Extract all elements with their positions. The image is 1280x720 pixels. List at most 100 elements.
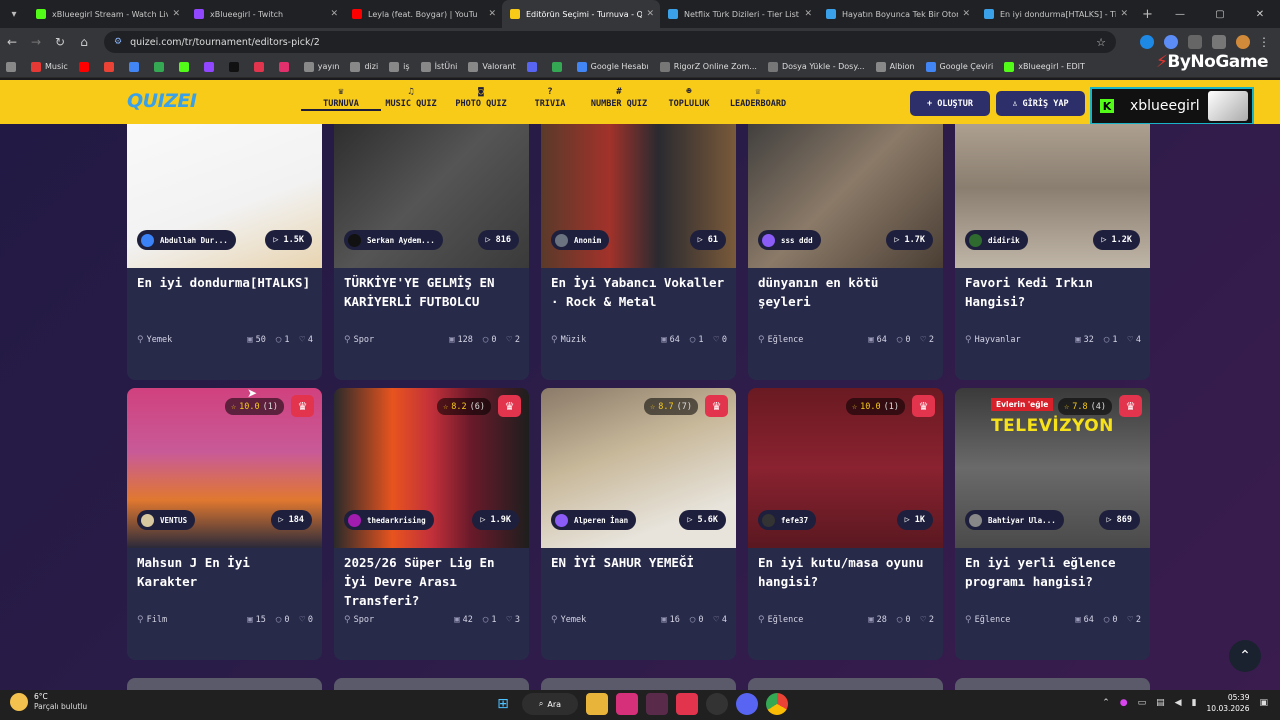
author-chip[interactable]: Anonim [551,230,610,250]
app-icon[interactable] [676,693,698,715]
nav-photo-quiz[interactable]: ◙ PHOTO QUIZ [441,85,521,109]
taskbar-search[interactable]: ⌕ Ara [522,693,578,715]
tab-close-icon[interactable]: ✕ [330,9,338,19]
browser-tab[interactable]: Editörün Seçimi - Turnuva - Qu ✕ [502,0,660,28]
instagram-icon[interactable] [616,693,638,715]
tournament-card[interactable]: ☆ 8.7 (7) ♛ Alperen İnan ▷ 5.6K EN İYİ SAHUR YE… [541,388,736,660]
create-button[interactable]: + OLUŞTUR [910,91,990,116]
clock[interactable]: 05:39 10.03.2026 [1207,692,1250,714]
card-title[interactable]: Favori Kedi Irkın Hangisi? [965,273,1140,311]
apps-icon[interactable] [6,61,20,72]
site-logo[interactable]: QUIZEI [127,90,197,112]
author-chip[interactable]: Abdullah Dur... [137,230,236,250]
tournament-card[interactable] [334,678,529,690]
discord-icon[interactable] [736,693,758,715]
bookmark-item[interactable]: Google Hesabı [576,61,649,72]
author-chip[interactable]: thedarkrising [344,510,434,530]
card-title[interactable]: EN İYİ SAHUR YEMEĞİ [551,553,726,572]
file-explorer-icon[interactable] [586,693,608,715]
card-title[interactable]: dünyanın en kötü şeyleri [758,273,933,311]
notification-icon[interactable]: ▣ [1259,698,1268,708]
card-title[interactable]: TÜRKİYE'YE GELMİŞ EN KARİYERLİ FUTBOLCU [344,273,519,311]
nav-music-quiz[interactable]: ♫ MUSIC QUIZ [371,85,451,109]
crown-icon[interactable]: ♛ [498,395,521,417]
tournament-card[interactable] [955,678,1150,690]
bookmark-item[interactable] [103,61,118,72]
nav-topluluk[interactable]: ☻ TOPLULUK [649,85,729,109]
keyboard-icon[interactable]: ▭ [1138,698,1147,708]
network-icon[interactable]: ▤ [1156,698,1165,708]
extension-icon[interactable] [1140,35,1154,49]
tournament-card[interactable]: didirik ▷ 1.2K Favori Kedi Irkın Hangisi? ⚲ H… [955,124,1150,380]
obs-icon[interactable] [706,693,728,715]
close-window-icon[interactable]: ✕ [1240,9,1280,20]
bookmark-star-icon[interactable]: ☆ [1096,36,1106,49]
nav-leaderboard[interactable]: ♕ LEADERBOARD [718,85,798,109]
bookmark-item[interactable]: RigorZ Online Zom... [659,61,757,72]
bookmark-item[interactable] [526,61,541,72]
tab-close-icon[interactable]: ✕ [172,9,180,19]
browser-tab[interactable]: Leyla (feat. Boygar) | YouTu ✕ [344,0,502,28]
profile-avatar[interactable] [1236,35,1250,49]
forward-icon[interactable]: → [24,35,48,49]
bookmark-item[interactable]: Dosya Yükle - Dosy... [767,61,865,72]
crown-icon[interactable]: ♛ [1119,395,1142,417]
card-title[interactable]: En iyi kutu/masa oyunu hangisi? [758,553,933,591]
bookmark-item[interactable] [78,61,93,72]
extension-icon[interactable] [1164,35,1178,49]
crown-icon[interactable]: ♛ [705,395,728,417]
author-chip[interactable]: didirik [965,230,1028,250]
bookmark-item[interactable] [551,61,566,72]
windows-start-icon[interactable]: ⊞ [492,693,514,715]
minimize-icon[interactable]: — [1160,9,1200,20]
bookmark-item[interactable]: Music [31,61,68,72]
crown-icon[interactable]: ♛ [912,395,935,417]
tab-close-icon[interactable]: ✕ [962,9,970,19]
bookmark-item[interactable] [153,61,168,72]
new-tab-button[interactable]: + [1142,7,1153,22]
bookmark-item[interactable]: yayın [303,61,339,72]
tournament-card[interactable] [541,678,736,690]
bookmark-item[interactable]: İstÜni [420,61,457,72]
nav-number-quiz[interactable]: # NUMBER QUIZ [579,85,659,109]
tray-chevron-icon[interactable]: ⌃ [1102,698,1110,708]
browser-tab[interactable]: xBlueegirl Stream - Watch Live ✕ [28,0,186,28]
chrome-icon[interactable] [766,693,788,715]
tournament-card[interactable] [127,678,322,690]
url-bar[interactable]: ⚙ quizei.com/tr/tournament/editors-pick/… [104,31,1116,53]
crown-icon[interactable]: ♛ [291,395,314,417]
maximize-icon[interactable]: ▢ [1200,9,1240,20]
reload-icon[interactable]: ↻ [48,35,72,49]
bookmark-item[interactable]: dizi [350,61,378,72]
author-chip[interactable]: fefe37 [758,510,817,530]
tournament-card[interactable]: ☆ 8.2 (6) ♛ thedarkrising ▷ 1.9K 2025/26 Süper … [334,388,529,660]
author-chip[interactable]: VENTUS [137,510,196,530]
author-chip[interactable]: Alperen İnan [551,510,637,530]
browser-tab[interactable]: Netflix Türk Dizileri - Tier List | ✕ [660,0,818,28]
tab-close-icon[interactable]: ✕ [1120,9,1128,19]
mic-icon[interactable]: ● [1120,698,1128,708]
card-title[interactable]: Mahsun J En İyi Karakter [137,553,312,591]
tournament-card[interactable]: Anonim ▷ 61 En İyi Yabancı Vokaller · Rock … [541,124,736,380]
site-info-icon[interactable]: ⚙ [114,37,122,47]
browser-tab[interactable]: En iyi dondurma[HTALKS] - Tie ✕ [976,0,1134,28]
nav-turnuva[interactable]: ♛ TURNUVA [301,85,381,111]
weather-widget[interactable]: 6°C Parçalı bulutlu [10,692,87,712]
bookmark-item[interactable]: iş [389,61,410,72]
bookmark-item[interactable]: xBlueegirl - EDIT [1004,61,1085,72]
login-button[interactable]: ♙ GİRİŞ YAP [996,91,1085,116]
tournament-card[interactable]: ☆ 10.0 (1) ♛ fefe37 ▷ 1K En iyi kutu/masa oyunu… [748,388,943,660]
bookmark-item[interactable] [253,61,268,72]
bookmark-item[interactable]: Albion [875,61,915,72]
bookmark-item[interactable] [178,61,193,72]
media-icon[interactable] [1212,35,1226,49]
browser-tab[interactable]: Hayatın Boyunca Tek Bir Otom ✕ [818,0,976,28]
menu-icon[interactable]: ⋮ [1252,35,1276,49]
author-chip[interactable]: Bahtiyar Ula... [965,510,1064,530]
scroll-to-top-button[interactable]: ⌃ [1229,640,1261,672]
card-title[interactable]: 2025/26 Süper Lig En İyi Devre Arası Tra… [344,553,519,610]
bookmark-item[interactable] [228,61,243,72]
browser-tab[interactable]: xBlueegirl - Twitch ✕ [186,0,344,28]
card-title[interactable]: En İyi Yabancı Vokaller · Rock & Metal [551,273,726,311]
puzzle-icon[interactable] [1188,35,1202,49]
